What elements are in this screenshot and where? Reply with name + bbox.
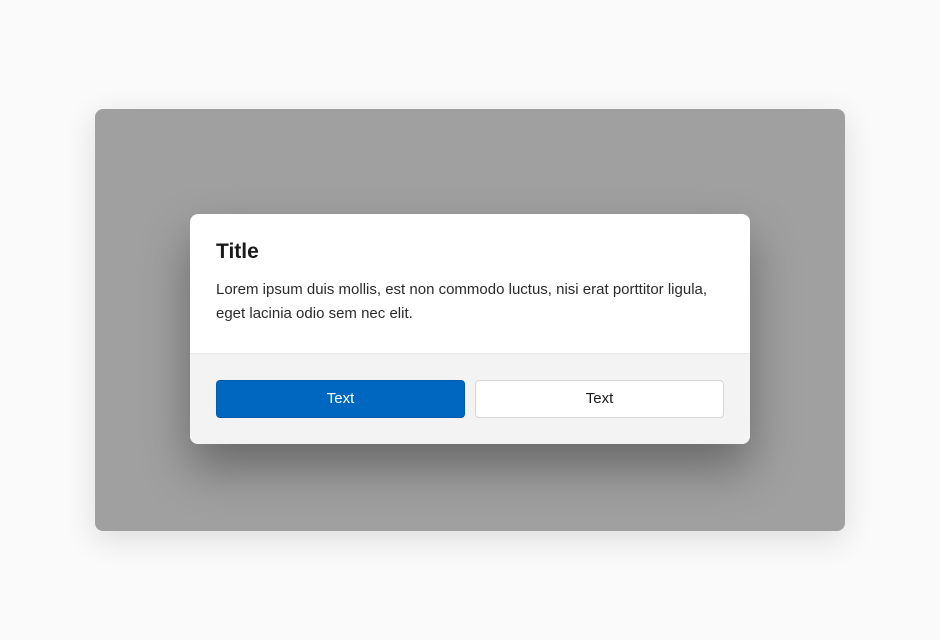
primary-button[interactable]: Text bbox=[216, 380, 465, 418]
dialog-footer: Text Text bbox=[190, 353, 750, 444]
dialog-content: Title Lorem ipsum duis mollis, est non c… bbox=[190, 214, 750, 353]
dialog: Title Lorem ipsum duis mollis, est non c… bbox=[190, 214, 750, 444]
modal-backdrop: Title Lorem ipsum duis mollis, est non c… bbox=[95, 109, 845, 531]
dialog-title: Title bbox=[216, 240, 724, 264]
dialog-body-text: Lorem ipsum duis mollis, est non commodo… bbox=[216, 278, 724, 325]
secondary-button[interactable]: Text bbox=[475, 380, 724, 418]
